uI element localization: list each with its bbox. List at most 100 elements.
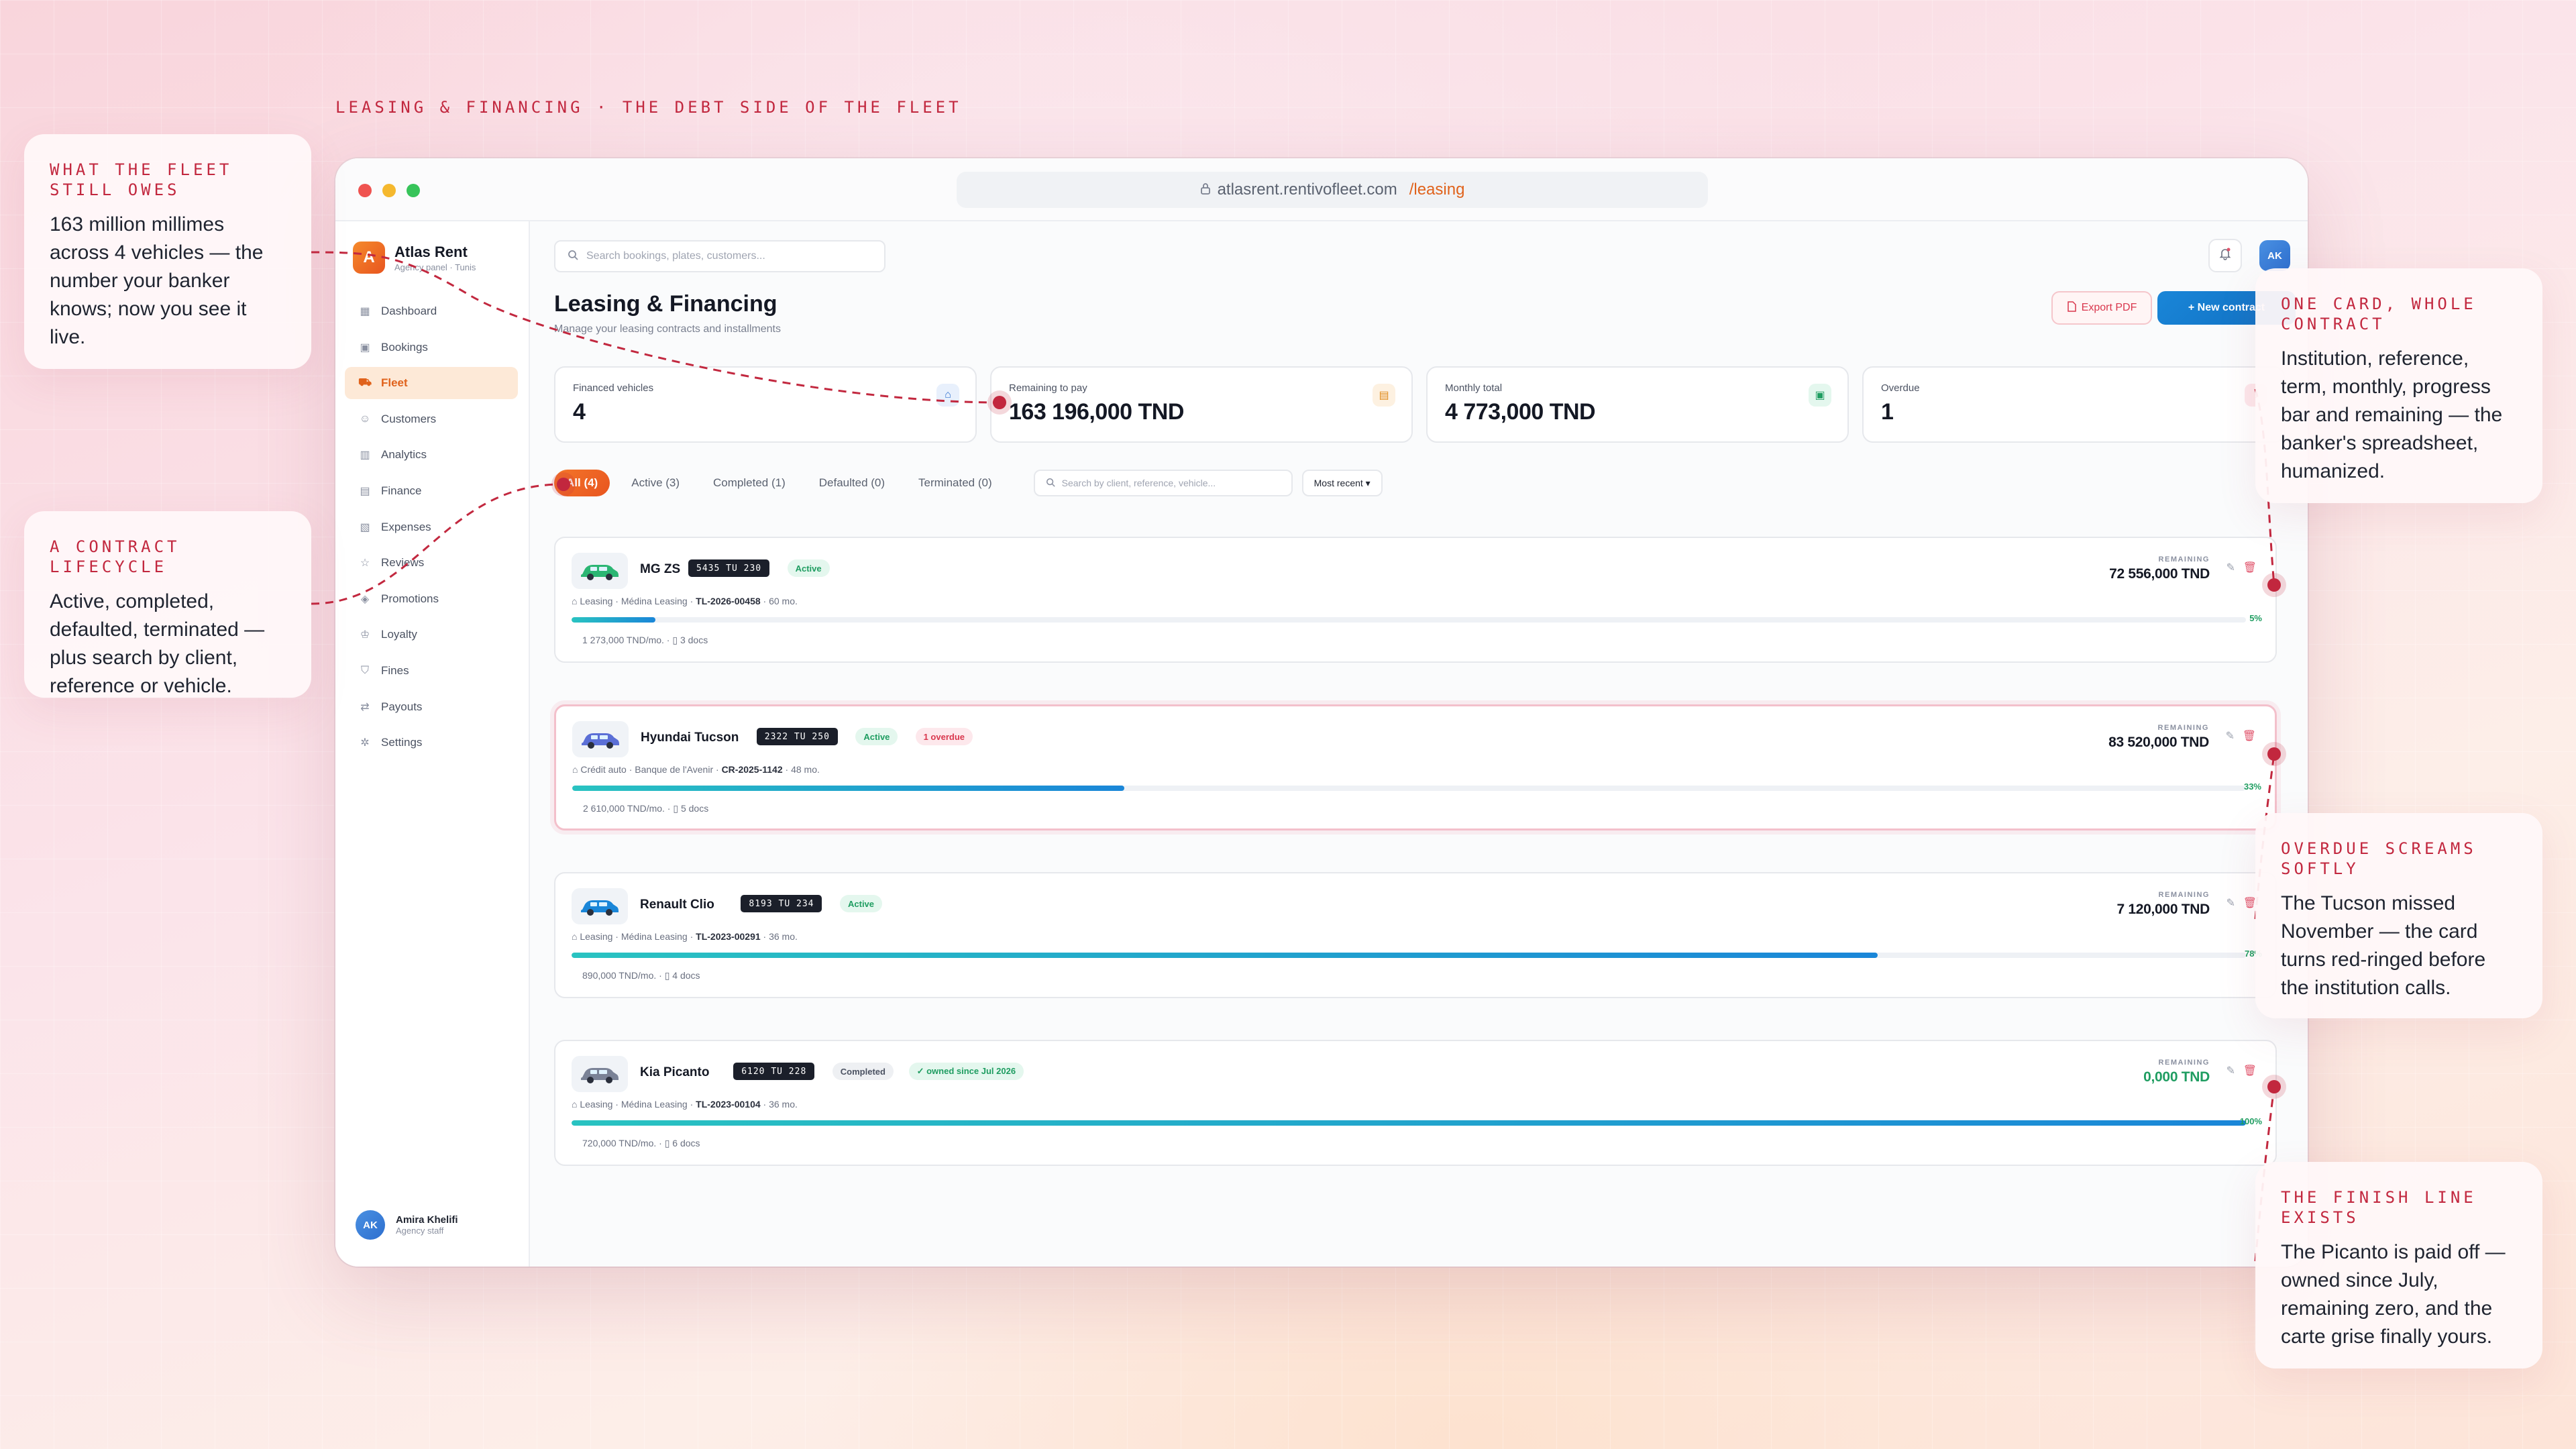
sidebar-item-fines[interactable]: ⛉ Fines	[345, 655, 518, 687]
close-window-dot[interactable]	[358, 184, 372, 197]
global-search-input[interactable]: Search bookings, plates, customers...	[554, 240, 885, 272]
search-placeholder: Search bookings, plates, customers...	[586, 250, 765, 262]
contract-search-input[interactable]: Search by client, reference, vehicle...	[1033, 470, 1293, 496]
edit-icon[interactable]: ✎	[2226, 1064, 2235, 1077]
filter-tab[interactable]: Completed (1)	[701, 470, 798, 496]
car-name: MG ZS	[640, 562, 681, 576]
sidebar-item-fleet[interactable]: ⛟ Fleet	[345, 367, 518, 400]
receipt-icon: ▧	[360, 521, 370, 533]
contract-card[interactable]: Hyundai Tucson 2322 TU 250 Active 1 overdue…	[554, 704, 2277, 830]
trash-icon[interactable]: 🗑	[2243, 561, 2257, 574]
url-path: /leasing	[1409, 180, 1465, 199]
filter-tab[interactable]: Active (3)	[619, 470, 692, 496]
filter-tab[interactable]: Defaulted (0)	[807, 470, 897, 496]
sidebar-item-analytics[interactable]: ▥ Analytics	[345, 439, 518, 471]
brand-subtitle: Agency panel · Tunis	[394, 262, 476, 272]
sidebar-item-label: Fleet	[381, 376, 408, 390]
contract-institution: Leasing · Médina Leasing ·	[580, 596, 696, 606]
shield-icon: ⛉	[360, 664, 369, 676]
progress-bar	[572, 617, 2246, 623]
bank-icon: ⌂	[936, 384, 959, 407]
remaining-label: REMAINING	[2158, 555, 2210, 564]
monthly-amount: 890,000 TND/mo.	[582, 970, 657, 981]
sidebar-item-bookings[interactable]: ▣ Bookings	[345, 331, 518, 364]
progress-fill	[572, 953, 1878, 958]
user-profile[interactable]: AK Amira Khelifi Agency staff	[356, 1210, 458, 1240]
remaining-value: 72 556,000 TND	[2109, 566, 2210, 582]
trash-icon[interactable]: 🗑	[2243, 896, 2257, 910]
docs-count[interactable]: 5 docs	[681, 803, 708, 814]
edit-icon[interactable]: ✎	[2226, 729, 2235, 743]
overdue-badge: 1 overdue	[915, 728, 973, 745]
contract-term: · 36 mo.	[760, 931, 798, 942]
docs-count[interactable]: 3 docs	[680, 635, 708, 645]
new-contract-label: + New contract	[2188, 302, 2265, 313]
sort-select[interactable]: Most recent ▾	[1301, 470, 1383, 496]
trash-icon[interactable]: 🗑	[2243, 1064, 2257, 1077]
status-tabs: All (4) Active (3) Completed (1) Defaulted …	[554, 470, 1004, 496]
progress-fill	[572, 617, 655, 623]
contract-term: · 60 mo.	[760, 596, 798, 606]
contract-reference: TL-2023-00104	[696, 1099, 761, 1110]
filter-tab[interactable]: Terminated (0)	[906, 470, 1004, 496]
sidebar-item-label: Analytics	[381, 448, 427, 462]
owned-badge: ✓ owned since Jul 2026	[908, 1063, 1024, 1080]
stats-row: Financed vehicles 4 ⌂ Remaining to pay 163 1…	[554, 366, 2285, 443]
lock-icon: ⌂	[572, 764, 581, 775]
document-icon: ▯	[673, 803, 681, 814]
brand[interactable]: A Atlas Rent Agency panel · Tunis	[353, 241, 476, 274]
plate-badge: 2322 TU 250	[756, 728, 838, 745]
users-icon: ☺	[359, 413, 371, 425]
export-pdf-button[interactable]: Export PDF	[2051, 291, 2152, 325]
trash-icon[interactable]: 🗑	[2243, 729, 2256, 743]
stat-label: Financed vehicles	[573, 382, 654, 394]
contract-submeta: 720,000 TND/mo. · ▯ 6 docs	[582, 1138, 700, 1149]
sidebar-item-promotions[interactable]: ◈ Promotions	[345, 583, 518, 615]
filter-tab[interactable]: All (4)	[554, 470, 610, 496]
docs-count[interactable]: 6 docs	[672, 1138, 700, 1148]
search-icon	[568, 250, 578, 264]
car-icon: ⛟	[358, 377, 372, 389]
contract-institution: Leasing · Médina Leasing ·	[580, 931, 696, 942]
title-bar: atlasrent.rentivofleet.com /leasing	[335, 158, 2308, 221]
sidebar-item-customers[interactable]: ☺ Customers	[345, 403, 518, 435]
contract-meta: ⌂ Leasing · Médina Leasing · TL-2023-002…	[572, 931, 798, 942]
sidebar-item-dashboard[interactable]: ▦ Dashboard	[345, 295, 518, 327]
minimize-window-dot[interactable]	[382, 184, 396, 197]
car-icon	[572, 888, 628, 924]
car-icon	[572, 721, 629, 757]
url-bar[interactable]: atlasrent.rentivofleet.com /leasing	[957, 172, 1708, 208]
separator: ·	[664, 803, 674, 814]
contract-card[interactable]: Renault Clio 8193 TU 234 Active ⌂ Leasing ·…	[554, 872, 2277, 998]
plate-badge: 6120 TU 228	[733, 1063, 815, 1080]
contract-card[interactable]: Kia Picanto 6120 TU 228 Completed ✓ owned s…	[554, 1040, 2277, 1166]
edit-icon[interactable]: ✎	[2226, 561, 2235, 574]
avatar[interactable]: AK	[2259, 240, 2290, 271]
sidebar-item-reviews[interactable]: ☆ Reviews	[345, 547, 518, 579]
wallet-icon: ▤	[360, 485, 370, 497]
car-icon	[572, 1056, 628, 1092]
stat-label: Remaining to pay	[1009, 382, 1087, 394]
car-name: Kia Picanto	[640, 1065, 710, 1079]
contract-term: · 48 mo.	[782, 764, 820, 775]
wallet-icon: ▤	[1373, 384, 1395, 407]
sidebar-item-finance[interactable]: ▤ Finance	[345, 475, 518, 507]
notifications-button[interactable]	[2208, 239, 2242, 272]
sidebar-item-settings[interactable]: ✲ Settings	[345, 727, 518, 759]
sidebar-item-loyalty[interactable]: ♔ Loyalty	[345, 619, 518, 651]
progress-bar	[572, 953, 2246, 958]
sidebar-item-payouts[interactable]: ⇄ Payouts	[345, 691, 518, 723]
lock-icon: ⌂	[572, 931, 580, 942]
edit-icon[interactable]: ✎	[2226, 896, 2235, 910]
avatar: AK	[356, 1210, 385, 1240]
sidebar-item-label: Expenses	[381, 520, 431, 533]
search-icon	[1046, 478, 1055, 489]
chart-icon: ▥	[360, 449, 370, 462]
separator: ·	[663, 635, 673, 645]
maximize-window-dot[interactable]	[407, 184, 420, 197]
sidebar-item-expenses[interactable]: ▧ Expenses	[345, 511, 518, 543]
user-name: Amira Khelifi	[396, 1214, 458, 1226]
contract-card[interactable]: MG ZS 5435 TU 230 Active ⌂ Leasing · Médina…	[554, 537, 2277, 663]
docs-count[interactable]: 4 docs	[672, 970, 700, 981]
contract-submeta: 1 273,000 TND/mo. · ▯ 3 docs	[582, 635, 708, 646]
